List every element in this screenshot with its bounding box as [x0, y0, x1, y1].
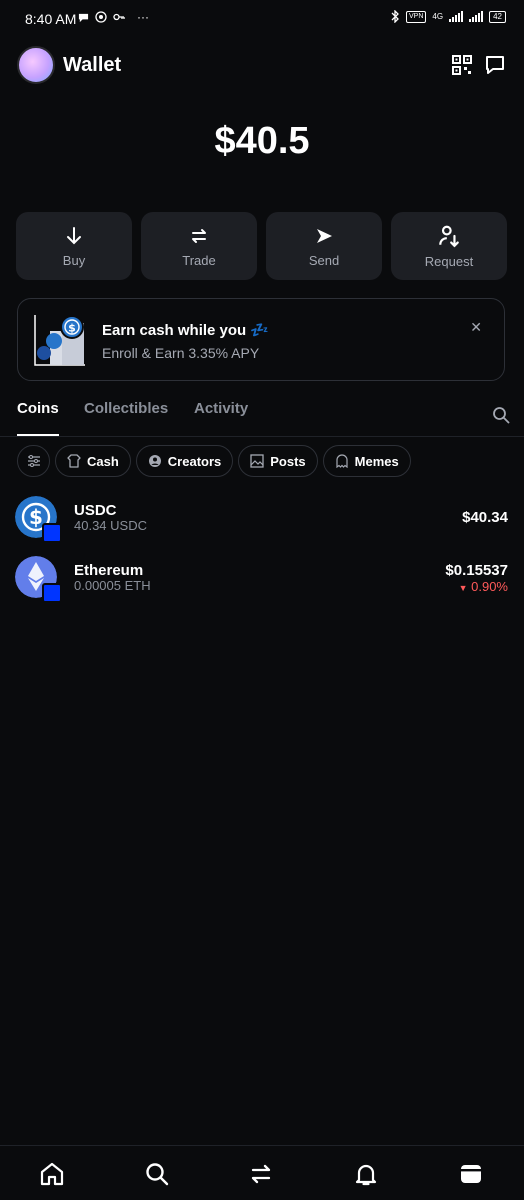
filter-cash-label: Cash	[87, 453, 119, 469]
filter-memes-label: Memes	[354, 453, 399, 469]
signal-icon	[449, 11, 464, 22]
send-label: Send	[308, 252, 340, 268]
swap-icon	[192, 228, 206, 243]
action-buttons: Buy Trade Send Request	[16, 212, 507, 280]
coin-change: ▼ 0.90%	[459, 579, 508, 594]
status-notification-icons: ···	[78, 10, 149, 24]
wallet-icon[interactable]	[458, 1161, 484, 1187]
network-type: 4G	[432, 12, 444, 21]
status-system-icons: VPN 4G 42	[390, 10, 506, 23]
key-icon	[113, 13, 125, 21]
filter-cash[interactable]: Cash	[55, 445, 131, 477]
svg-text:$: $	[68, 322, 76, 335]
vpn-badge: VPN	[406, 10, 427, 23]
bottom-nav-divider	[0, 1145, 524, 1146]
filter-posts-label: Posts	[270, 453, 306, 469]
image-icon	[250, 454, 264, 468]
svg-text:$: $	[29, 505, 43, 529]
page-title: Wallet	[63, 54, 122, 76]
search-icon[interactable]	[492, 406, 510, 424]
message-icon[interactable]	[484, 54, 506, 76]
send-icon	[317, 228, 332, 243]
whatsapp-icon	[95, 11, 107, 23]
filter-memes[interactable]: Memes	[322, 445, 411, 477]
earn-illustration-icon: $	[34, 315, 85, 366]
filter-creators[interactable]: Creators	[135, 445, 234, 477]
total-balance: $40.5	[214, 120, 310, 162]
coin-change-value: 0.90%	[471, 579, 508, 594]
sliders-icon	[27, 455, 40, 467]
qr-code-icon[interactable]	[451, 54, 473, 76]
earn-subtitle: Enroll & Earn 3.35% APY	[102, 345, 260, 361]
avatar[interactable]	[17, 46, 55, 84]
coin-row-usdc[interactable]: $ USDC 40.34 USDC $40.34	[0, 494, 524, 544]
tab-collectibles[interactable]: Collectibles	[84, 400, 168, 417]
base-network-badge	[42, 583, 62, 603]
status-bar: 8:40 AM ··· VPN 4G 42	[0, 0, 524, 38]
earn-banner[interactable]: $ Earn cash while you 💤 Enroll & Earn 3.…	[17, 298, 505, 381]
coin-value: $0.15537	[445, 562, 508, 579]
search-icon[interactable]	[144, 1161, 170, 1187]
signal-icon-2	[469, 11, 484, 22]
request-label: Request	[424, 253, 474, 269]
bell-icon[interactable]	[353, 1161, 379, 1187]
buy-button[interactable]: Buy	[16, 212, 132, 280]
chat-bubble-icon	[78, 13, 89, 22]
send-button[interactable]: Send	[266, 212, 382, 280]
coin-name: USDC	[74, 502, 117, 519]
filter-posts[interactable]: Posts	[238, 445, 318, 477]
bluetooth-icon	[391, 10, 399, 23]
shirt-icon	[67, 454, 81, 468]
coin-value: $40.34	[462, 509, 508, 526]
trade-button[interactable]: Trade	[141, 212, 257, 280]
coin-row-ethereum[interactable]: Ethereum 0.00005 ETH $0.15537 ▼ 0.90%	[0, 554, 524, 604]
buy-label: Buy	[62, 252, 86, 268]
earn-title: Earn cash while you 💤	[102, 322, 270, 339]
status-time: 8:40 AM	[25, 11, 77, 27]
caret-down-icon: ▼	[458, 583, 468, 593]
close-icon[interactable]: ✕	[470, 319, 482, 336]
more-notifications-icon: ···	[137, 10, 149, 24]
active-tab-indicator	[17, 434, 59, 436]
swap-icon[interactable]	[248, 1161, 274, 1187]
request-icon	[439, 225, 459, 247]
coin-name: Ethereum	[74, 562, 144, 579]
tabs-divider	[0, 436, 524, 437]
filter-creators-label: Creators	[167, 453, 222, 469]
battery-icon: 42	[489, 10, 506, 23]
coin-amount: 0.00005 ETH	[74, 578, 151, 593]
arrow-down-icon	[67, 226, 81, 244]
tab-coins[interactable]: Coins	[17, 400, 59, 417]
tab-activity[interactable]: Activity	[194, 400, 248, 417]
ghost-icon	[336, 454, 348, 468]
request-button[interactable]: Request	[391, 212, 507, 280]
base-network-badge	[42, 523, 62, 543]
home-icon[interactable]	[39, 1161, 65, 1187]
trade-label: Trade	[182, 252, 216, 268]
coin-amount: 40.34 USDC	[74, 518, 147, 533]
user-circle-icon	[148, 455, 161, 467]
filter-chips: Cash Creators Posts Memes	[17, 445, 411, 477]
filter-settings-button[interactable]	[17, 445, 50, 477]
